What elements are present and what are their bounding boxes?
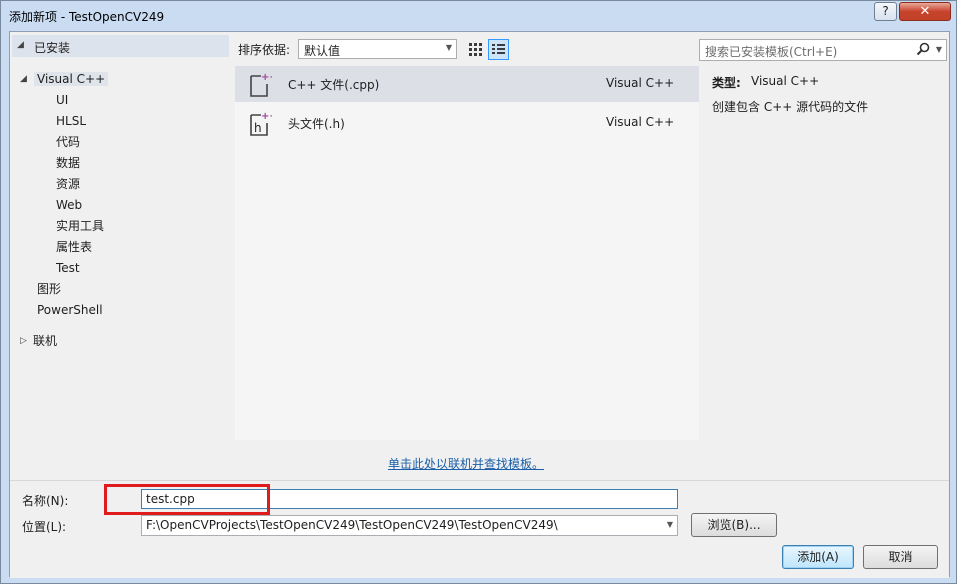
installed-label: 已安装 — [34, 41, 71, 55]
tree-item-hlsl[interactable]: HLSL — [56, 111, 86, 131]
collapse-arrow-icon[interactable]: ◢ — [17, 40, 24, 50]
tree-item-property-sheet[interactable]: 属性表 — [56, 237, 92, 257]
svg-text:h: h — [254, 121, 262, 135]
tree-item-web[interactable]: Web — [56, 195, 82, 215]
description-text: 创建包含 C++ 源代码的文件 — [712, 100, 869, 114]
location-label: 位置(L): — [22, 520, 67, 534]
list-item-header-file[interactable]: h ++ 头文件(.h) Visual C++ — [235, 105, 699, 141]
tree-item-ui[interactable]: UI — [56, 90, 68, 110]
tree-item-powershell[interactable]: PowerShell — [37, 300, 103, 320]
grid-view-button[interactable] — [465, 39, 485, 59]
search-input[interactable]: 搜索已安装模板(Ctrl+E) ▼ — [699, 39, 947, 61]
sort-label: 排序依据: — [238, 43, 291, 57]
template-name: C++ 文件(.cpp) — [288, 78, 380, 92]
list-view-button[interactable] — [488, 39, 509, 60]
chevron-down-icon[interactable]: ▼ — [936, 45, 942, 54]
template-list: ++ C++ 文件(.cpp) Visual C++ h ++ 头文件(.h) … — [235, 66, 699, 440]
installed-header[interactable]: ◢ 已安装 — [12, 35, 229, 57]
name-field[interactable]: test.cpp — [141, 489, 678, 509]
tree-item-online[interactable]: ▷ 联机 — [20, 331, 58, 351]
name-value: test.cpp — [146, 492, 195, 506]
description-type-label: 类型: — [712, 76, 741, 90]
expanded-arrow-icon[interactable]: ◢ — [20, 69, 27, 89]
dialog-body: ◢ 已安装 ◢ Visual C++ UI HLSL 代码 数据 资源 Web … — [9, 31, 950, 578]
header-file-icon: h ++ — [250, 111, 272, 136]
browse-button[interactable]: 浏览(B)... — [691, 513, 777, 537]
svg-text:++: ++ — [261, 72, 272, 83]
add-new-item-dialog: 添加新项 - TestOpenCV249 ? ✕ ◢ 已安装 ◢ Visual … — [0, 0, 957, 584]
sort-value: 默认值 — [304, 44, 341, 58]
tree-item-code[interactable]: 代码 — [56, 132, 80, 152]
template-language: Visual C++ — [606, 76, 675, 90]
tree-item-resource[interactable]: 资源 — [56, 174, 80, 194]
tree-item-utility[interactable]: 实用工具 — [56, 216, 104, 236]
cancel-button[interactable]: 取消 — [863, 545, 938, 569]
add-button[interactable]: 添加(A) — [782, 545, 854, 569]
location-field[interactable]: F:\OpenCVProjects\TestOpenCV249\TestOpen… — [141, 515, 678, 536]
tree-item-data[interactable]: 数据 — [56, 153, 80, 173]
list-view-icon — [492, 44, 505, 54]
tree-item-test[interactable]: Test — [56, 258, 80, 278]
close-button[interactable]: ✕ — [899, 2, 951, 21]
help-button[interactable]: ? — [874, 2, 897, 21]
template-language: Visual C++ — [606, 115, 675, 129]
template-name: 头文件(.h) — [288, 117, 345, 131]
search-icon[interactable] — [916, 42, 930, 56]
name-label: 名称(N): — [22, 494, 69, 508]
tree-item-label: 联机 — [33, 334, 58, 348]
chevron-down-icon: ▼ — [445, 43, 452, 52]
tree-item-label: Visual C++ — [34, 72, 109, 86]
tree-item-graphics[interactable]: 图形 — [37, 279, 61, 299]
template-category-tree: ◢ 已安装 ◢ Visual C++ UI HLSL 代码 数据 资源 Web … — [10, 32, 231, 440]
sort-dropdown[interactable]: 默认值 ▼ — [298, 39, 457, 59]
svg-text:++: ++ — [261, 111, 272, 122]
online-templates-link[interactable]: 单击此处以联机并查找模板。 — [388, 455, 544, 472]
window-title: 添加新项 - TestOpenCV249 — [9, 10, 165, 24]
chevron-down-icon[interactable]: ▼ — [667, 520, 673, 529]
cpp-file-icon: ++ — [250, 72, 272, 97]
description-type-value: Visual C++ — [751, 74, 820, 88]
location-value: F:\OpenCVProjects\TestOpenCV249\TestOpen… — [146, 518, 558, 532]
tree-item-visual-cpp[interactable]: ◢ Visual C++ — [20, 69, 109, 89]
collapsed-arrow-icon[interactable]: ▷ — [20, 331, 27, 351]
grid-view-icon — [469, 43, 482, 56]
list-item-cpp-file[interactable]: ++ C++ 文件(.cpp) Visual C++ — [235, 66, 699, 102]
title-bar: 添加新项 - TestOpenCV249 ? ✕ — [1, 1, 956, 31]
search-placeholder: 搜索已安装模板(Ctrl+E) — [705, 45, 838, 59]
